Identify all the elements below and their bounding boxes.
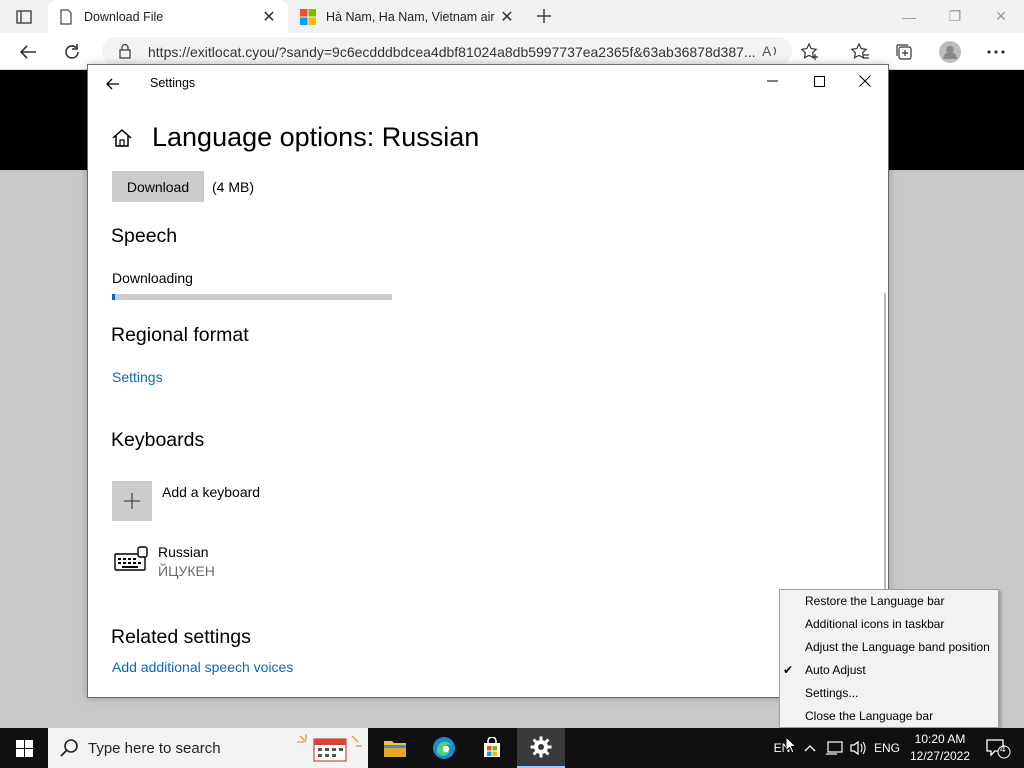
speech-progress-bar	[112, 294, 392, 300]
network-icon[interactable]	[823, 728, 845, 768]
add-favorite-icon[interactable]	[796, 38, 824, 66]
profile-avatar[interactable]	[936, 38, 964, 66]
taskbar: Type here to search EN ENG 10:20 AM 12/2…	[0, 728, 1024, 768]
keyboard-layout: ЙЦУКЕН	[158, 563, 215, 579]
maximize-icon[interactable]	[796, 65, 842, 97]
menu-item-adjust-band-position[interactable]: Adjust the Language band position	[805, 637, 990, 657]
volume-icon[interactable]	[847, 728, 869, 768]
keyboard-name[interactable]: Russian	[158, 544, 209, 560]
close-tab-icon[interactable]: ✕	[496, 6, 518, 28]
clock-date: 12/27/2022	[909, 749, 971, 763]
svg-text:A: A	[762, 43, 772, 59]
menu-item-additional-icons[interactable]: Additional icons in taskbar	[805, 614, 944, 634]
minimize-icon[interactable]	[750, 65, 796, 97]
back-icon[interactable]	[14, 38, 42, 66]
taskbar-clock[interactable]: 10:20 AM 12/27/2022	[906, 731, 974, 765]
add-speech-voices-link[interactable]: Add additional speech voices	[112, 659, 293, 675]
regional-settings-link[interactable]: Settings	[112, 369, 163, 385]
refresh-icon[interactable]	[58, 38, 86, 66]
minimize-icon[interactable]: —	[886, 0, 932, 33]
read-aloud-icon[interactable]: A	[762, 43, 780, 64]
store-icon[interactable]	[468, 728, 516, 768]
mouse-cursor-icon	[785, 736, 797, 754]
notification-count: 4	[1000, 744, 1006, 755]
taskbar-search-box[interactable]: Type here to search	[48, 728, 368, 768]
tab-title: Download File	[84, 9, 164, 24]
menu-item-settings[interactable]: Settings...	[805, 683, 858, 703]
page-icon	[58, 8, 74, 25]
file-explorer-icon[interactable]	[371, 728, 419, 768]
search-icon	[60, 738, 80, 763]
language-bar-context-menu: Restore the Language bar Additional icon…	[779, 589, 999, 728]
add-keyboard-button[interactable]	[112, 481, 152, 521]
tab-air-quality[interactable]: Hà Nam, Ha Nam, Vietnam air q ✕	[290, 0, 526, 33]
tab-download-file[interactable]: Download File ✕	[48, 0, 288, 33]
restore-icon[interactable]: ❐	[932, 0, 978, 33]
ime-label: ENG	[873, 741, 900, 755]
microsoft-logo-icon	[300, 8, 316, 25]
scrollbar[interactable]	[884, 293, 886, 593]
clock-time: 10:20 AM	[914, 732, 966, 746]
show-hidden-icons[interactable]	[800, 728, 820, 768]
tab-title: Hà Nam, Ha Nam, Vietnam air q	[326, 9, 496, 24]
back-arrow-icon[interactable]	[102, 73, 124, 95]
more-menu-icon[interactable]	[982, 38, 1010, 66]
lock-icon[interactable]	[118, 43, 132, 64]
collections-icon[interactable]	[890, 38, 918, 66]
related-settings-heading: Related settings	[111, 626, 251, 648]
browser-tab-bar: Download File ✕ Hà Nam, Ha Nam, Vietnam …	[0, 0, 1024, 33]
input-method-indicator[interactable]: ENG	[871, 728, 903, 768]
menu-item-close-language-bar[interactable]: Close the Language bar	[805, 706, 933, 726]
plus-icon	[124, 493, 140, 509]
menu-item-auto-adjust[interactable]: Auto Adjust	[805, 660, 866, 680]
keyboard-icon	[114, 546, 148, 577]
calendar-highlight-icon	[296, 732, 362, 768]
window-title: Settings	[150, 76, 196, 90]
speech-status: Downloading	[112, 270, 193, 286]
regional-format-heading: Regional format	[111, 324, 249, 346]
settings-gear-icon[interactable]	[517, 728, 565, 768]
search-placeholder: Type here to search	[88, 740, 221, 757]
add-keyboard-label[interactable]: Add a keyboard	[162, 484, 260, 500]
page-title: Language options: Russian	[152, 122, 480, 152]
close-icon[interactable]	[842, 65, 888, 97]
url-text[interactable]: https://exitlocat.cyou/?sandy=9c6ecdddbd…	[148, 44, 756, 60]
progress-fill	[112, 294, 115, 300]
checkmark-icon: ✔	[783, 663, 794, 677]
close-tab-icon[interactable]: ✕	[258, 6, 280, 28]
home-icon[interactable]	[111, 128, 133, 153]
keyboards-heading: Keyboards	[111, 429, 205, 451]
menu-item-restore-language-bar[interactable]: Restore the Language bar	[805, 591, 944, 611]
address-bar[interactable]: https://exitlocat.cyou/?sandy=9c6ecdddbd…	[102, 37, 792, 66]
speech-heading: Speech	[111, 225, 178, 247]
browser-window-controls: — ❐ ✕	[886, 0, 1024, 33]
notification-center-icon[interactable]: 4	[978, 728, 1018, 768]
edge-browser-icon[interactable]	[420, 728, 468, 768]
new-tab-icon[interactable]	[533, 5, 555, 27]
settings-window: Settings Language options: Russian Downl…	[87, 64, 889, 698]
windows-start-icon[interactable]	[0, 728, 48, 768]
download-size: (4 MB)	[212, 179, 254, 195]
tab-actions-icon[interactable]	[8, 6, 40, 28]
download-button[interactable]: Download	[112, 171, 204, 202]
favorites-icon[interactable]	[846, 38, 874, 66]
close-icon[interactable]: ✕	[978, 0, 1024, 33]
